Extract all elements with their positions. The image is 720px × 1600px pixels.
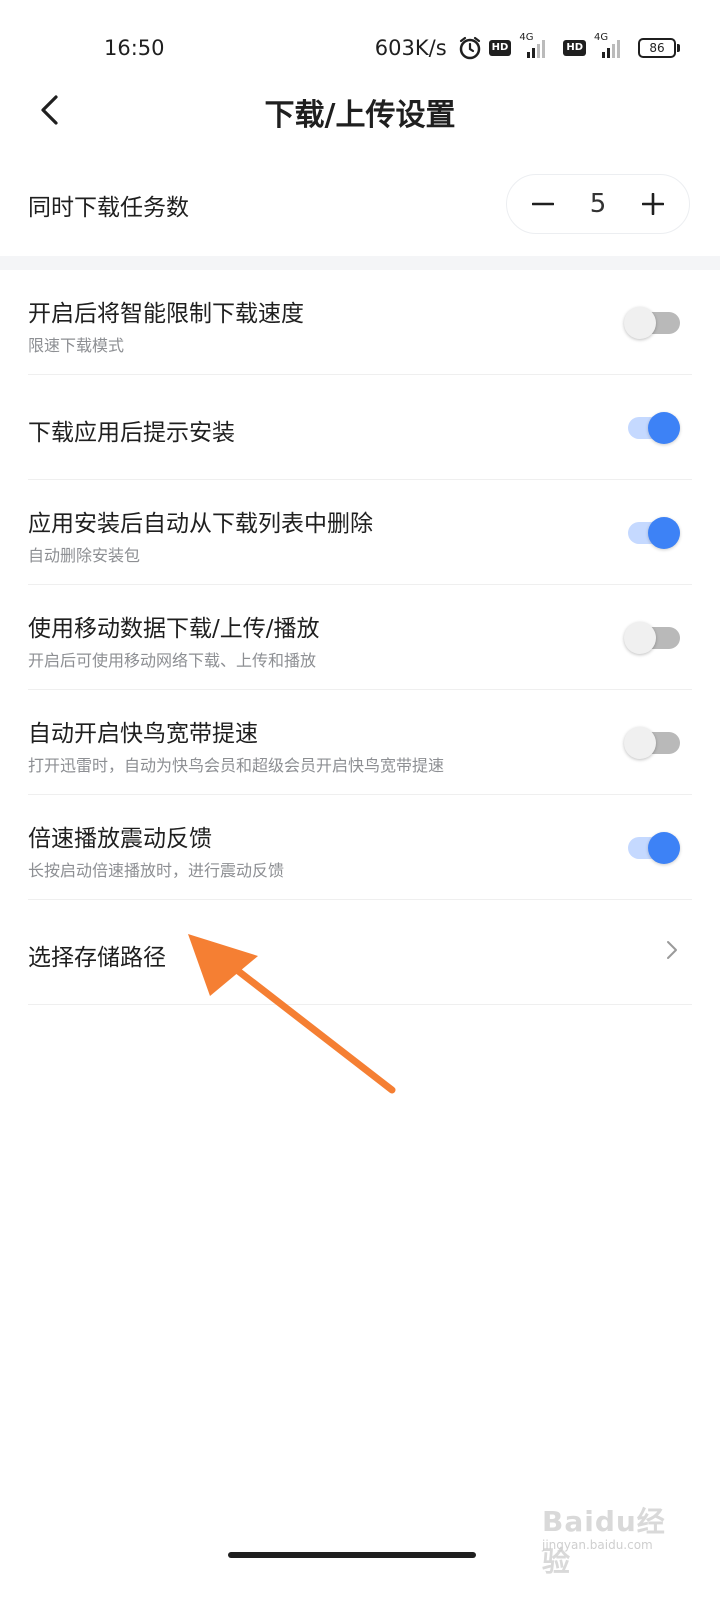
setting-subtitle: 限速下载模式: [28, 336, 125, 355]
annotation-arrow-icon: [188, 934, 396, 1094]
setting-subtitle: 打开迅雷时，自动为快鸟会员和超级会员开启快鸟宽带提速: [28, 756, 445, 775]
plus-icon: [641, 193, 664, 215]
auto-delete-toggle[interactable]: [624, 517, 682, 549]
battery-level: 86: [638, 38, 676, 58]
section-divider: [0, 256, 720, 270]
signal-icon-2: 4G: [592, 32, 632, 60]
setting-subtitle: 自动删除安装包: [28, 546, 141, 565]
setting-install-prompt: 下载应用后提示安装: [28, 375, 692, 480]
hd-badge-2: HD: [563, 40, 586, 56]
baidu-watermark: Baidu经验 jingyan.baidu.com: [542, 1500, 692, 1578]
setting-title: 下载应用后提示安装: [28, 420, 235, 446]
setting-title: 应用安装后自动从下载列表中删除: [28, 511, 373, 537]
broadband-boost-toggle[interactable]: [624, 727, 682, 759]
minus-icon: [532, 202, 554, 206]
increment-button[interactable]: [639, 190, 667, 218]
mobile-data-toggle[interactable]: [624, 622, 682, 654]
install-prompt-toggle[interactable]: [624, 412, 682, 444]
status-time: 16:50: [104, 36, 165, 60]
setting-subtitle: 开启后可使用移动网络下载、上传和播放: [28, 651, 317, 670]
network-speed: 603K/s: [374, 36, 447, 60]
chevron-right-icon: [667, 941, 677, 959]
setting-speed-playback-vibration: 倍速播放震动反馈 长按启动倍速播放时，进行震动反馈: [28, 795, 692, 900]
setting-broadband-boost: 自动开启快鸟宽带提速 打开迅雷时，自动为快鸟会员和超级会员开启快鸟宽带提速: [28, 690, 692, 795]
watermark-subtext: jingyan.baidu.com: [542, 1538, 653, 1552]
smart-speed-limit-toggle[interactable]: [624, 307, 682, 339]
setting-title: 自动开启快鸟宽带提速: [28, 721, 258, 747]
battery-icon: 86: [638, 38, 680, 58]
header: 下载/上传设置: [0, 80, 720, 140]
setting-title: 使用移动数据下载/上传/播放: [28, 616, 320, 642]
home-indicator[interactable]: [228, 1552, 476, 1558]
setting-title: 开启后将智能限制下载速度: [28, 301, 304, 327]
concurrent-downloads-row: 同时下载任务数 5: [0, 168, 720, 240]
alarm-icon: [459, 36, 480, 60]
page-title: 下载/上传设置: [264, 98, 456, 133]
concurrent-downloads-stepper: 5: [506, 174, 690, 234]
vibration-feedback-toggle[interactable]: [624, 832, 682, 864]
signal-icon: 4G: [517, 32, 557, 60]
setting-subtitle: 长按启动倍速播放时，进行震动反馈: [28, 861, 285, 880]
status-icons: 603K/s HD 4G HD 4G 86: [374, 32, 680, 62]
setting-title: 倍速播放震动反馈: [28, 826, 212, 852]
setting-smart-speed-limit: 开启后将智能限制下载速度 限速下载模式: [28, 270, 692, 375]
setting-mobile-data: 使用移动数据下载/上传/播放 开启后可使用移动网络下载、上传和播放: [28, 585, 692, 690]
setting-auto-delete-after-install: 应用安装后自动从下载列表中删除 自动删除安装包: [28, 480, 692, 585]
storage-path-label: 选择存储路径: [28, 945, 166, 971]
concurrent-downloads-label: 同时下载任务数: [28, 195, 189, 221]
concurrent-downloads-value: 5: [589, 189, 607, 219]
decrement-button[interactable]: [529, 190, 557, 218]
hd-badge: HD: [488, 40, 512, 56]
settings-list: 开启后将智能限制下载速度 限速下载模式 下载应用后提示安装 应用安装后自动从下载…: [0, 270, 720, 1005]
